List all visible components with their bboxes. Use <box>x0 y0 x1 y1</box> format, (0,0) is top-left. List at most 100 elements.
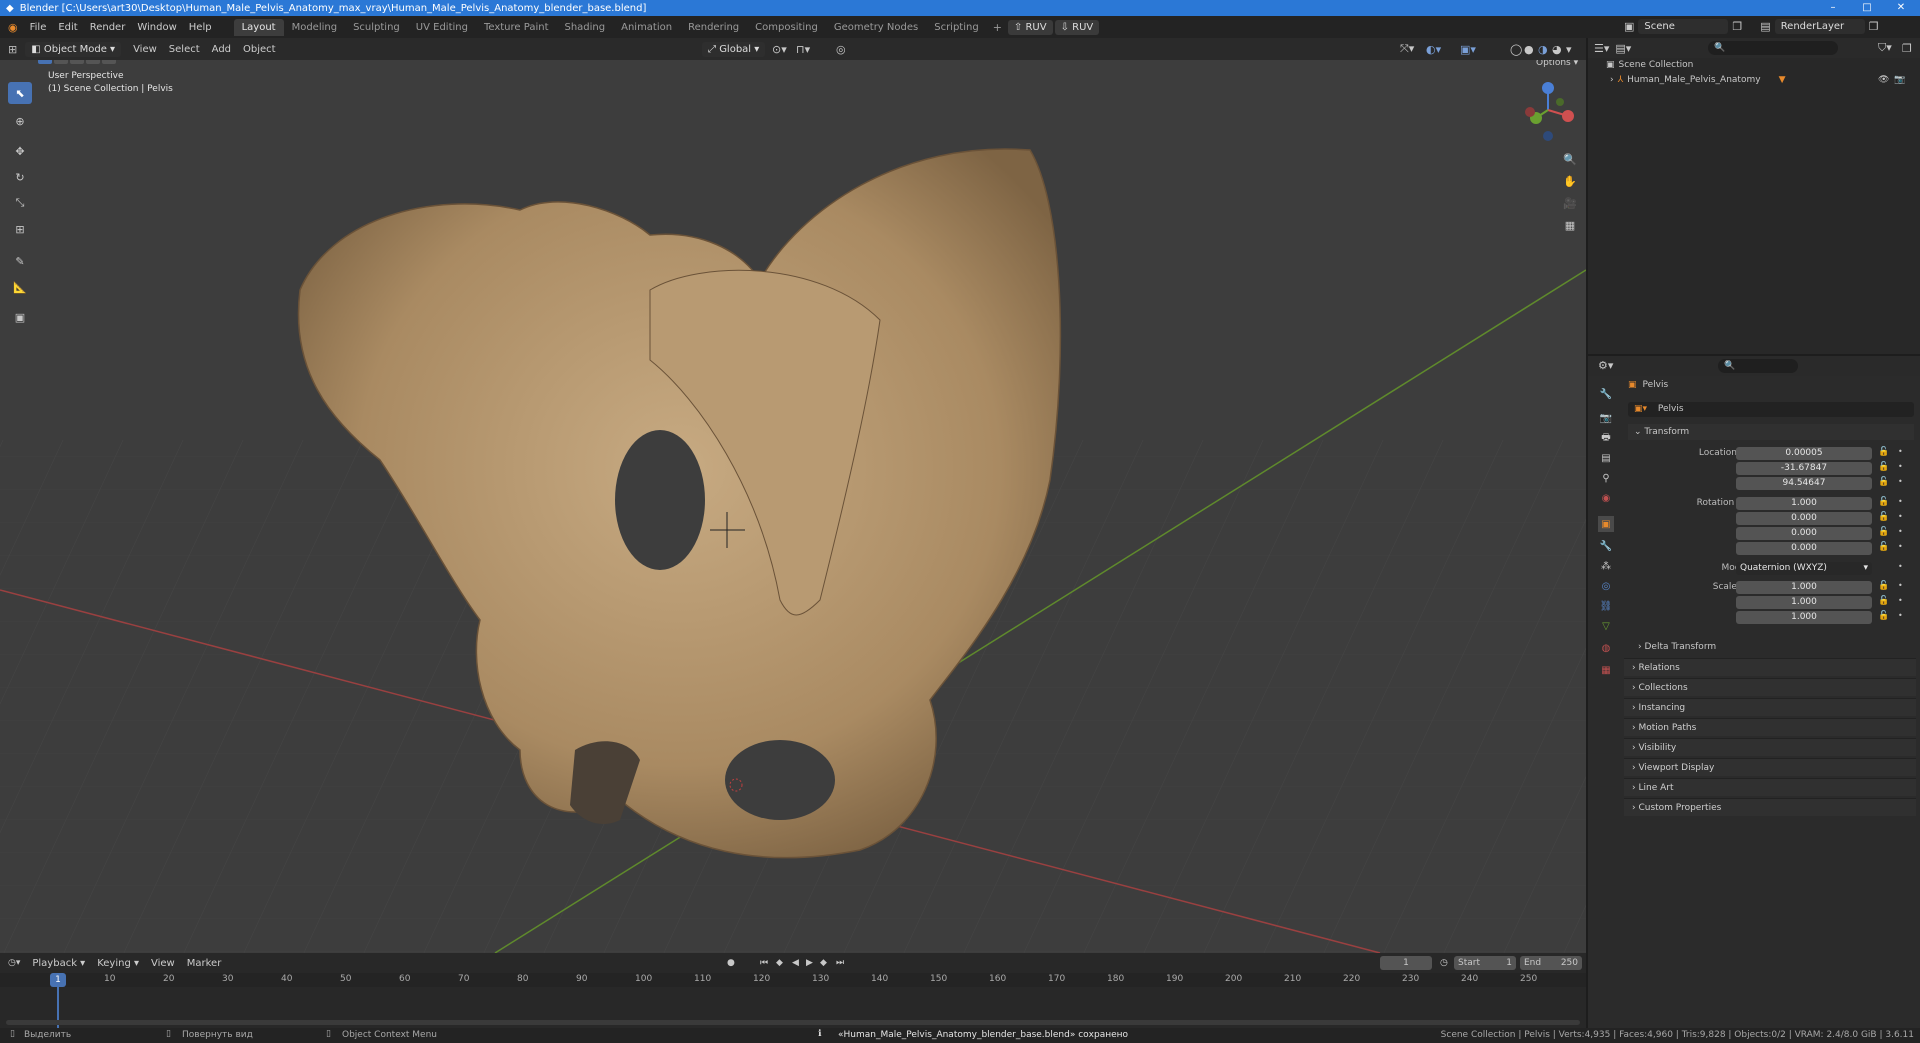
render-tab-icon[interactable]: 📷 <box>1598 410 1614 426</box>
shading-wireframe-icon[interactable]: ◯ <box>1510 43 1522 56</box>
select-mode-invert-icon[interactable] <box>86 60 100 64</box>
move-tool[interactable]: ✥ <box>8 140 32 162</box>
menu-render[interactable]: Render <box>84 22 132 33</box>
next-key-icon[interactable]: ◆ <box>820 958 827 968</box>
jump-start-icon[interactable]: ⏮ <box>760 958 768 968</box>
snap-icon[interactable]: ⊓▾ <box>796 43 810 56</box>
zoom-icon[interactable]: 🔍 <box>1559 148 1581 170</box>
menu-help[interactable]: Help <box>183 22 218 33</box>
transform-tool[interactable]: ⊞ <box>8 218 32 240</box>
lock-location-z-icon[interactable]: 🔓 <box>1878 477 1889 487</box>
transform-panel-header[interactable]: ⌄ Transform <box>1628 424 1914 440</box>
keyframe-mode-icon[interactable]: • <box>1898 562 1903 571</box>
ruv-button-1[interactable]: ⇧ RUV <box>1007 19 1053 35</box>
viewport-options-button[interactable]: Options ▾ <box>1536 60 1578 68</box>
panel-instancing[interactable]: › Instancing <box>1624 698 1916 716</box>
timeline-editor-type-icon[interactable]: ◷▾ <box>8 958 20 968</box>
tab-modeling[interactable]: Modeling <box>284 19 346 36</box>
camera-view-icon[interactable]: 🎥 <box>1559 192 1581 214</box>
lock-scale-z-icon[interactable]: 🔓 <box>1878 611 1889 621</box>
rotation-z-field[interactable]: 0.000 <box>1736 542 1872 555</box>
cursor-tool[interactable]: ⊕ <box>8 110 32 132</box>
tab-geometry-nodes[interactable]: Geometry Nodes <box>826 19 926 36</box>
panel-collections[interactable]: › Collections <box>1624 678 1916 696</box>
keyframe-rotation-w-icon[interactable]: • <box>1898 497 1903 506</box>
properties-editor-type-icon[interactable]: ⚙▾ <box>1598 359 1613 372</box>
filter-icon[interactable]: ⛉▾ <box>1878 41 1892 55</box>
menu-file[interactable]: File <box>24 22 53 33</box>
end-frame-field[interactable]: End 250 <box>1520 956 1582 970</box>
new-collection-icon[interactable]: ❐ <box>1902 42 1912 55</box>
tool-tab-icon[interactable]: 🔧 <box>1598 386 1614 402</box>
xray-icon[interactable]: ▣▾ <box>1460 43 1476 56</box>
select-mode-new-icon[interactable] <box>38 60 52 64</box>
texture-tab-icon[interactable]: ▦ <box>1598 662 1614 678</box>
rotation-mode-dropdown[interactable]: Quaternion (WXYZ) ▾ <box>1736 562 1872 575</box>
proportional-icon[interactable]: ◎ <box>836 43 846 56</box>
panel-custom-properties[interactable]: › Custom Properties <box>1624 798 1916 816</box>
record-icon[interactable]: ● <box>727 958 735 968</box>
tab-uv-editing[interactable]: UV Editing <box>408 19 476 36</box>
select-mode-intersect-icon[interactable] <box>102 60 116 64</box>
keyframe-rotation-x-icon[interactable]: • <box>1898 512 1903 521</box>
visibility-eye-icon[interactable]: 👁 <box>1878 75 1889 85</box>
play-reverse-icon[interactable]: ◀ <box>792 958 799 968</box>
viewport-menu-add[interactable]: Add <box>206 44 237 55</box>
object-datablock-field[interactable]: ▣▾ Pelvis <box>1628 402 1914 417</box>
shading-options-icon[interactable]: ▾ <box>1566 43 1572 56</box>
keyframe-scale-z-icon[interactable]: • <box>1898 611 1903 620</box>
frame-ruler[interactable]: 10 20 30 40 50 60 70 80 90 100 110 120 130 140 150 160 1… <box>0 973 1586 987</box>
lock-rotation-z-icon[interactable]: 🔓 <box>1878 542 1889 552</box>
lock-location-y-icon[interactable]: 🔓 <box>1878 462 1889 472</box>
3d-viewport[interactable]: User Perspective (1) Scene Collection | … <box>0 60 1586 953</box>
select-mode-subtract-icon[interactable] <box>70 60 84 64</box>
output-tab-icon[interactable]: 🖶 <box>1598 430 1614 446</box>
maximize-button[interactable]: □ <box>1852 0 1882 16</box>
scale-tool[interactable]: ⤡ <box>8 192 32 214</box>
location-y-field[interactable]: -31.67847 <box>1736 462 1872 475</box>
keyframe-scale-x-icon[interactable]: • <box>1898 581 1903 590</box>
mode-dropdown[interactable]: ◧ Object Mode ▾ <box>25 41 122 57</box>
play-icon[interactable]: ▶ <box>806 958 813 968</box>
gizmo-icon[interactable]: ⤧▾ <box>1400 42 1414 56</box>
scale-y-field[interactable]: 1.000 <box>1736 596 1872 609</box>
playhead[interactable]: 1 <box>50 973 66 987</box>
keyframe-rotation-z-icon[interactable]: • <box>1898 542 1903 551</box>
timeline-scrollbar[interactable] <box>6 1020 1580 1025</box>
panel-motion-paths[interactable]: › Motion Paths <box>1624 718 1916 736</box>
stopwatch-icon[interactable]: ◷ <box>1440 958 1448 968</box>
timeline-menu-view[interactable]: View <box>145 958 181 969</box>
keyframe-scale-y-icon[interactable]: • <box>1898 596 1903 605</box>
ortho-grid-icon[interactable]: ▦ <box>1559 214 1581 236</box>
lock-scale-x-icon[interactable]: 🔓 <box>1878 581 1889 591</box>
material-tab-icon[interactable]: ◍ <box>1598 640 1614 656</box>
pivot-icon[interactable]: ⊙▾ <box>772 43 787 56</box>
navigation-gizmo[interactable] <box>1525 82 1574 141</box>
current-frame-field[interactable]: 1 <box>1380 956 1432 970</box>
outliner-editor-type-icon[interactable]: ☰▾ <box>1594 42 1609 55</box>
add-cube-tool[interactable]: ▣ <box>8 306 32 328</box>
lock-rotation-w-icon[interactable]: 🔓 <box>1878 497 1889 507</box>
rotation-y-field[interactable]: 0.000 <box>1736 527 1872 540</box>
annotate-tool[interactable]: ✎ <box>8 250 32 272</box>
keyframe-location-y-icon[interactable]: • <box>1898 462 1903 471</box>
shading-rendered-icon[interactable]: ◕ <box>1552 43 1562 56</box>
tab-shading[interactable]: Shading <box>556 19 613 36</box>
add-workspace-icon[interactable]: + <box>993 21 1002 34</box>
viewport-menu-object[interactable]: Object <box>237 44 282 55</box>
jump-end-icon[interactable]: ⏭ <box>836 958 844 968</box>
keyframe-location-z-icon[interactable]: • <box>1898 477 1903 486</box>
tab-sculpting[interactable]: Sculpting <box>345 19 408 36</box>
render-camera-icon[interactable]: 📷 <box>1894 75 1905 85</box>
editor-type-icon[interactable]: ⊞ <box>8 43 17 56</box>
panel-viewport-display[interactable]: › Viewport Display <box>1624 758 1916 776</box>
shading-material-icon[interactable]: ◑ <box>1538 43 1548 56</box>
rotation-w-field[interactable]: 1.000 <box>1736 497 1872 510</box>
minimize-button[interactable]: – <box>1818 0 1848 16</box>
new-layer-icon[interactable]: ❐ <box>1869 20 1879 33</box>
display-mode-icon[interactable]: ▤▾ <box>1615 42 1631 55</box>
overlay-icon[interactable]: ◐▾ <box>1426 43 1441 56</box>
keyframe-rotation-y-icon[interactable]: • <box>1898 527 1903 536</box>
select-box-tool[interactable]: ⬉ <box>8 82 32 104</box>
lock-rotation-x-icon[interactable]: 🔓 <box>1878 512 1889 522</box>
